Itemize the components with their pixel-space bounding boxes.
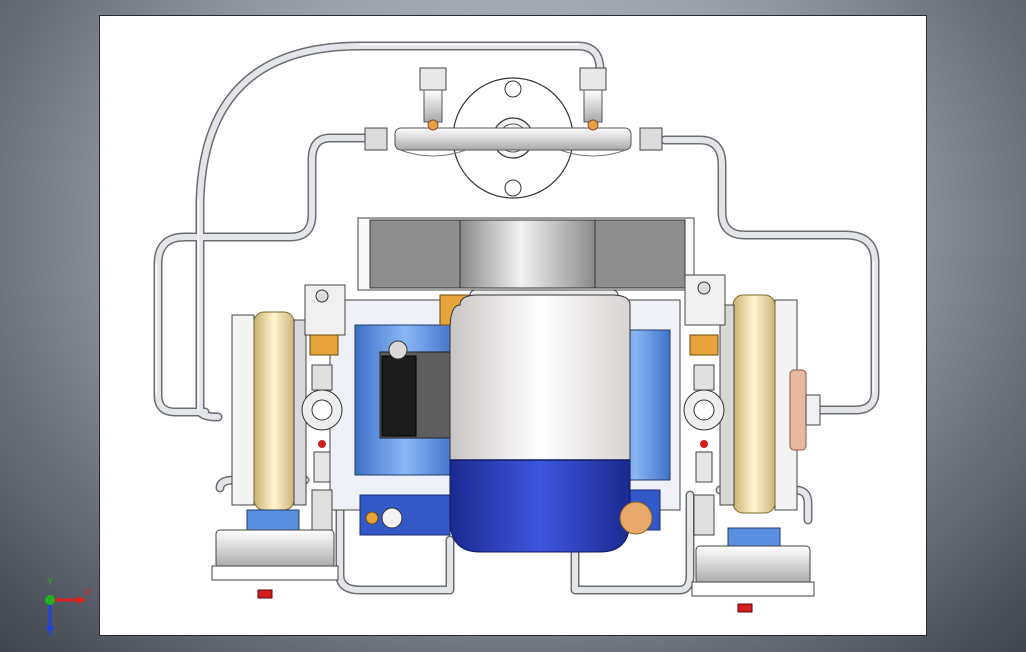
z-axis-label: Z <box>47 627 54 638</box>
top-manifold[interactable] <box>364 67 663 199</box>
y-axis-dot <box>45 595 55 605</box>
motor[interactable] <box>449 289 653 553</box>
y-axis-label: Y <box>47 577 54 588</box>
pump-assembly-model[interactable] <box>0 0 1026 652</box>
cad-viewport[interactable]: X Y Z <box>0 0 1026 652</box>
orientation-triad: X Y Z <box>36 578 96 638</box>
upper-block[interactable] <box>357 217 695 291</box>
x-axis-label: X <box>84 587 91 598</box>
right-pump-head[interactable] <box>683 274 821 613</box>
